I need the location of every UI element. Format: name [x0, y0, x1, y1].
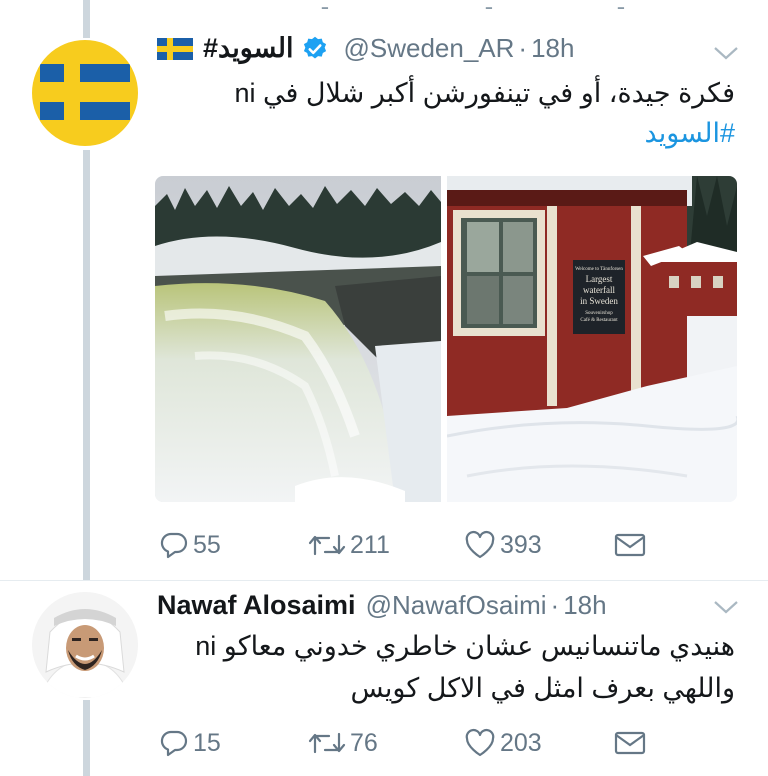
- like-button[interactable]: 203: [464, 728, 542, 758]
- reply-count: 55: [193, 530, 221, 559]
- chevron-down-icon[interactable]: [713, 599, 739, 615]
- message-icon: [614, 532, 646, 558]
- direct-message-button[interactable]: [614, 532, 646, 558]
- sign-text: Largest: [586, 274, 613, 284]
- sign-text: Café & Restaurant: [580, 318, 618, 323]
- reply-button[interactable]: 55: [159, 530, 221, 560]
- like-count: 203: [500, 728, 542, 757]
- timestamp[interactable]: 18h: [531, 33, 574, 64]
- display-name[interactable]: #السويد: [203, 33, 293, 64]
- verified-icon: [301, 35, 329, 63]
- user-handle[interactable]: @Sweden_AR: [343, 33, 514, 64]
- retweet-count: 211: [350, 530, 390, 559]
- building-photo[interactable]: Welcome to Tännforsen Largest waterfall …: [446, 176, 737, 502]
- like-count: 393: [500, 530, 542, 559]
- like-button[interactable]: 393: [464, 530, 542, 560]
- tweet[interactable]: Nawaf Alosaimi @NawafOsaimi · 18h هنيدي …: [0, 581, 768, 776]
- avatar[interactable]: [32, 40, 138, 146]
- sign-text: waterfall: [583, 285, 615, 295]
- like-icon: [464, 530, 496, 560]
- direct-message-button[interactable]: [614, 730, 646, 756]
- tweet-header: Nawaf Alosaimi @NawafOsaimi · 18h: [157, 590, 607, 621]
- retweet-icon: [308, 530, 346, 560]
- reply-icon: [159, 728, 189, 758]
- tweet-text: واللهي بعرف امثل في الاكل كويس: [350, 673, 736, 703]
- avatar[interactable]: [32, 592, 138, 698]
- timestamp[interactable]: 18h: [563, 590, 606, 621]
- tweet-media[interactable]: Welcome to Tännforsen Largest waterfall …: [155, 176, 737, 502]
- retweet-count: 76: [350, 728, 378, 757]
- hashtag-link[interactable]: #السويد: [645, 118, 735, 149]
- message-icon: [614, 730, 646, 756]
- waterfall-photo[interactable]: [155, 176, 441, 502]
- retweet-button[interactable]: 76: [308, 728, 378, 758]
- display-name[interactable]: Nawaf Alosaimi: [157, 590, 356, 621]
- tweet-text: هنيدي ماتنسانيس عشان خاطري خدوني معاكو n…: [195, 631, 735, 661]
- sign-text: Souvenirshop: [585, 311, 613, 316]
- tweet-header: #السويد @Sweden_AR · 18h: [157, 33, 574, 64]
- retweet-icon: [308, 728, 346, 758]
- reply-icon: [159, 530, 189, 560]
- sweden-flag-icon: [157, 37, 193, 60]
- separator: ·: [550, 590, 560, 620]
- separator: ·: [518, 33, 528, 63]
- chevron-down-icon[interactable]: [713, 45, 739, 61]
- user-handle[interactable]: @NawafOsaimi: [366, 590, 547, 621]
- reply-count: 15: [193, 728, 221, 757]
- sign-text: in Sweden: [580, 296, 618, 306]
- sign-text: Welcome to Tännforsen: [575, 267, 623, 272]
- like-icon: [464, 728, 496, 758]
- tweet[interactable]: #السويد @Sweden_AR · 18h فكرة جيدة، أو ف…: [0, 0, 768, 580]
- tweet-text: فكرة جيدة، أو في تينفورشن أكبر شلال في n…: [234, 78, 735, 108]
- retweet-button[interactable]: 211: [308, 530, 390, 560]
- reply-button[interactable]: 15: [159, 728, 221, 758]
- user-photo-icon: [32, 592, 138, 698]
- sweden-flag-avatar-icon: [32, 40, 138, 146]
